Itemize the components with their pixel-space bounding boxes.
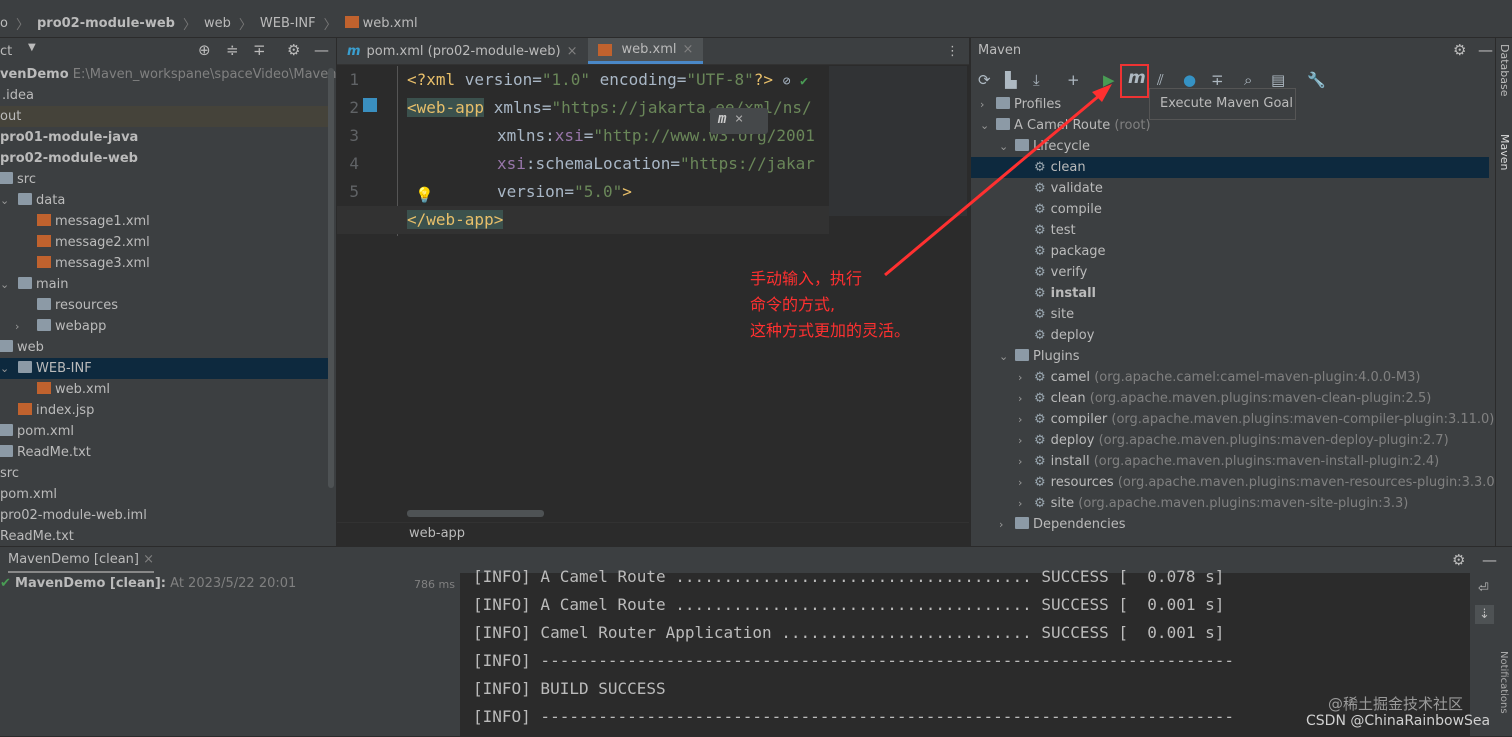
watermark: CSDN @ChinaRainbowSea <box>1306 713 1491 729</box>
run-tab[interactable]: MavenDemo [clean] × <box>8 552 155 573</box>
check-icon: ✔ <box>0 576 11 591</box>
run-panel: MavenDemo [clean] × ⚙ — ✔ MavenDemo [cle… <box>0 546 1512 737</box>
watermark: @稀土掘金技术社区 <box>1328 695 1464 713</box>
scroll-to-end-icon[interactable]: ⇣ <box>1475 605 1494 624</box>
notifications-tool-button[interactable]: Notifications <box>1498 651 1509 714</box>
run-duration: 786 ms <box>414 578 455 591</box>
gear-icon[interactable]: ⚙ <box>1452 551 1465 569</box>
soft-wrap-icon[interactable]: ⏎ <box>1478 581 1489 596</box>
run-entry[interactable]: ✔ MavenDemo [clean]: At 2023/5/22 20:01 <box>0 576 296 591</box>
close-icon: × <box>143 552 155 567</box>
minimize-icon[interactable]: — <box>1482 551 1497 569</box>
